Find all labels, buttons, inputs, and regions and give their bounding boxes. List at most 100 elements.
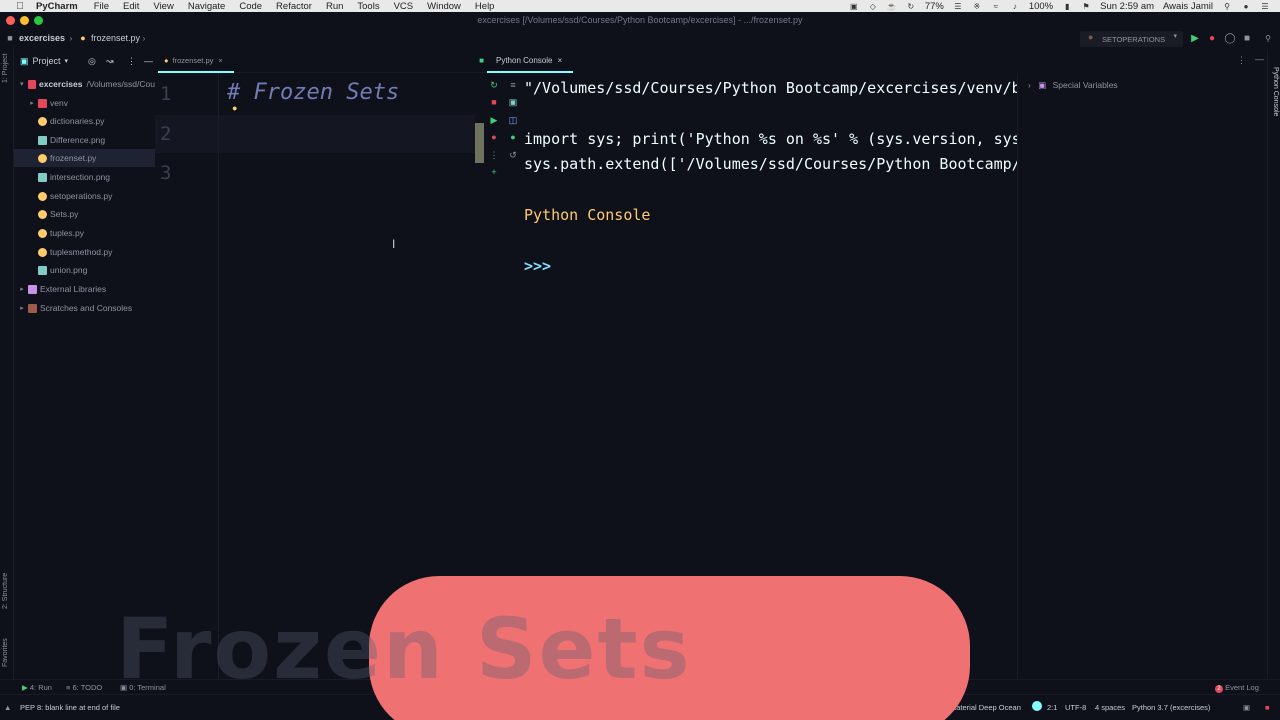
tree-item-setoperations[interactable]: setoperations.py	[14, 187, 155, 205]
box-icon[interactable]: ◇	[868, 2, 878, 11]
python-console-tool-button[interactable]: Python Console	[1272, 67, 1279, 116]
profile-icon[interactable]: ◯	[1224, 32, 1236, 45]
print-icon[interactable]: ◫	[507, 114, 519, 126]
spotlight-search-icon[interactable]: ⚲	[1222, 2, 1232, 11]
breadcrumb-project[interactable]: excercises	[19, 33, 65, 43]
console-tab[interactable]: Python Console ×	[487, 49, 573, 73]
menu-code[interactable]: Code	[239, 1, 262, 12]
settings-icon[interactable]: ⋮	[127, 56, 136, 67]
volume-icon[interactable]: ♪	[1010, 2, 1020, 11]
chevron-down-icon[interactable]: ▾	[18, 80, 26, 88]
python-interpreter[interactable]: Python 3.7 (excercises)	[1132, 703, 1210, 712]
debug-icon[interactable]: ●	[1206, 32, 1218, 45]
menu-vcs[interactable]: VCS	[394, 1, 414, 12]
tree-item-scratches[interactable]: ▸ Scratches and Consoles	[14, 299, 155, 317]
lightbulb-icon[interactable]: ●	[232, 103, 237, 113]
run-configuration-select[interactable]: SETOPERATIONS ● ▾	[1080, 31, 1183, 47]
flag-icon[interactable]: ⚑	[1081, 2, 1091, 11]
scrollbar-marker[interactable]	[475, 123, 484, 163]
menu-tools[interactable]: Tools	[357, 1, 379, 12]
notification-center-icon[interactable]: ☰	[1260, 2, 1270, 11]
menu-run[interactable]: Run	[326, 1, 343, 12]
tree-item-label: tuplesmethod.py	[50, 247, 113, 257]
wifi-icon[interactable]: ≈	[991, 2, 1001, 11]
tree-item-frozenset[interactable]: frozenset.py	[14, 149, 155, 167]
close-icon[interactable]: ×	[218, 56, 222, 65]
add-console-icon[interactable]: +	[488, 166, 500, 178]
tree-root[interactable]: ▾ excercises /Volumes/ssd/Cou	[14, 75, 155, 93]
theme-indicator-icon[interactable]	[1032, 701, 1042, 711]
python-console-icon[interactable]: ●	[507, 131, 519, 143]
toggle-panels-icon[interactable]: ▲	[4, 703, 11, 712]
menu-app-name[interactable]: PyCharm	[36, 1, 78, 12]
structure-tool-button[interactable]: 2: Structure	[2, 573, 9, 609]
run-icon[interactable]: ▶	[1189, 32, 1201, 45]
hide-panel-icon[interactable]: —	[144, 56, 153, 66]
tree-item-tuples[interactable]: tuples.py	[14, 224, 155, 242]
indent-setting[interactable]: 4 spaces	[1095, 703, 1125, 712]
chevron-right-icon[interactable]: ›	[1028, 80, 1031, 90]
run-tool-button[interactable]: ▶ 4: Run	[22, 683, 52, 692]
theme-name[interactable]: Material Deep Ocean	[950, 703, 1021, 712]
battery-icon[interactable]: ▮	[1062, 2, 1072, 11]
apple-icon[interactable]: 	[12, 1, 28, 12]
debug-icon[interactable]: ●	[488, 131, 500, 143]
search-everywhere-icon[interactable]: ⚲	[1262, 32, 1274, 45]
breadcrumb-file[interactable]: frozenset.py	[91, 33, 140, 43]
history-icon[interactable]: ↺	[507, 149, 519, 161]
status-message[interactable]: PEP 8: blank line at end of file	[20, 703, 120, 712]
tree-item-venv[interactable]: ▸ venv	[14, 94, 155, 112]
menu-refactor[interactable]: Refactor	[276, 1, 312, 12]
event-log-button[interactable]: 2 Event Log	[1215, 683, 1259, 693]
stop-icon[interactable]: ■	[1241, 32, 1253, 45]
tree-item-external-libraries[interactable]: ▸ External Libraries	[14, 280, 155, 298]
todo-tool-button[interactable]: ≡ 6: TODO	[66, 683, 102, 692]
caret-position[interactable]: 2:1	[1047, 703, 1057, 712]
menu-help[interactable]: Help	[475, 1, 495, 12]
clock[interactable]: Sun 2:59 am	[1100, 1, 1154, 12]
console-prompt[interactable]: >>>	[524, 257, 551, 275]
chevron-right-icon[interactable]: ▸	[18, 304, 26, 312]
chevron-right-icon[interactable]: ▸	[28, 99, 36, 107]
chevron-right-icon[interactable]: ▸	[18, 285, 26, 293]
user-name[interactable]: Awais Jamil	[1163, 1, 1213, 12]
more-actions-icon[interactable]: ⋮	[488, 149, 500, 161]
file-encoding[interactable]: UTF-8	[1065, 703, 1086, 712]
rerun-icon[interactable]: ↻	[488, 79, 500, 91]
settings-icon[interactable]: ⋮	[1237, 55, 1246, 66]
siri-icon[interactable]: ●	[1241, 2, 1251, 11]
collapse-all-icon[interactable]: ↝	[106, 56, 114, 67]
close-icon[interactable]: ×	[557, 56, 562, 65]
hide-panel-icon[interactable]: —	[1255, 54, 1264, 64]
bluetooth-icon[interactable]: ※	[972, 2, 982, 11]
inspection-ok-icon[interactable]: ■	[479, 56, 484, 65]
menu-window[interactable]: Window	[427, 1, 461, 12]
favorites-tool-button[interactable]: Favorites	[2, 638, 9, 667]
inspector-icon[interactable]: ■	[1265, 703, 1270, 712]
menu-extra-icon[interactable]: ☰	[953, 2, 963, 11]
tree-item-sets[interactable]: Sets.py	[14, 205, 155, 223]
tree-item-dictionaries[interactable]: dictionaries.py	[14, 112, 155, 130]
project-tool-button[interactable]: 1: Project	[2, 53, 9, 83]
project-view-select[interactable]: Project	[33, 56, 61, 66]
editor-tab-frozenset[interactable]: ● frozenset.py ×	[158, 49, 234, 73]
menu-view[interactable]: View	[153, 1, 173, 12]
sync-icon[interactable]: ↻	[906, 2, 916, 11]
menu-file[interactable]: File	[94, 1, 109, 12]
tree-item-difference[interactable]: Difference.png	[14, 131, 155, 149]
locate-file-icon[interactable]: ◎	[88, 56, 96, 67]
lock-icon[interactable]: ▣	[1243, 703, 1250, 712]
chevron-down-icon[interactable]: ▾	[65, 57, 69, 65]
tea-icon[interactable]: ☕	[887, 2, 897, 11]
tree-item-tuplesmethod[interactable]: tuplesmethod.py	[14, 243, 155, 261]
special-variables-node[interactable]: › ▣ Special Variables	[1028, 80, 1118, 91]
tree-item-intersection[interactable]: intersection.png	[14, 168, 155, 186]
menu-edit[interactable]: Edit	[123, 1, 139, 12]
stop-icon[interactable]: ■	[488, 96, 500, 108]
screen-icon[interactable]: ▣	[849, 2, 859, 11]
menu-navigate[interactable]: Navigate	[188, 1, 226, 12]
tree-item-union[interactable]: union.png	[14, 261, 155, 279]
show-variables-icon[interactable]: ▣	[507, 96, 519, 108]
run-icon[interactable]: ▶	[488, 114, 500, 126]
soft-wrap-icon[interactable]: ≡	[507, 79, 519, 91]
